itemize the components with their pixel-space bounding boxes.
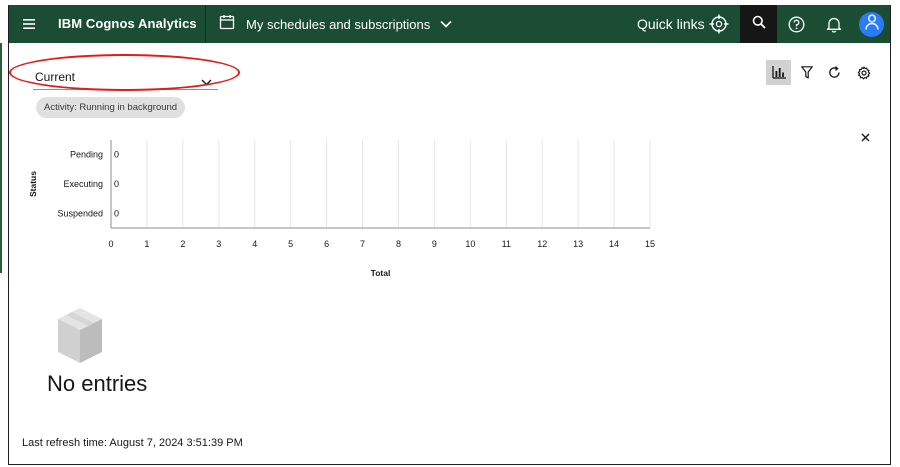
help-icon[interactable] <box>786 14 806 34</box>
x-tick-label-14: 14 <box>609 239 619 249</box>
search-button[interactable] <box>740 5 777 43</box>
category-label-executing: Executing <box>63 179 103 189</box>
data-label-executing: 0 <box>114 179 119 189</box>
context-label: My schedules and subscriptions <box>246 16 431 32</box>
close-chart-icon[interactable] <box>858 130 872 144</box>
x-tick-label-11: 11 <box>502 239 511 249</box>
top-navigation-bar: IBM Cognos Analytics My schedules and su… <box>9 5 890 43</box>
x-tick-label-5: 5 <box>288 239 293 249</box>
quick-links-button[interactable]: Quick links <box>637 16 705 32</box>
x-tick-label-0: 0 <box>108 239 113 249</box>
left-edge-marker <box>0 43 2 273</box>
schedule-filter-dropdown[interactable]: Current <box>33 65 218 90</box>
app-title[interactable]: IBM Cognos Analytics <box>58 16 197 31</box>
user-icon <box>864 14 879 35</box>
chart-axes <box>110 140 650 229</box>
status-bar-chart: Pending 0Executing 0Suspended 00 1 2 3 4 5 6 7 8 9 10… <box>28 140 655 278</box>
search-icon <box>752 15 766 34</box>
x-tick-label-4: 4 <box>252 239 257 249</box>
activity-filter-tag[interactable]: Activity: Running in background <box>36 97 186 118</box>
x-tick-label-13: 13 <box>573 239 583 249</box>
dropdown-selected-value: Current <box>35 70 76 84</box>
x-axis-title: Total <box>371 268 391 278</box>
last-refresh-time: Last refresh time: August 7, 2024 3:51:3… <box>22 437 243 449</box>
empty-box-icon <box>52 305 108 367</box>
user-avatar[interactable] <box>859 12 884 37</box>
x-tick-label-7: 7 <box>360 239 365 249</box>
x-tick-label-12: 12 <box>537 239 547 249</box>
x-tick-label-9: 9 <box>432 239 437 249</box>
bar-chart-icon[interactable] <box>766 60 791 85</box>
gear-icon[interactable] <box>851 60 876 85</box>
chart-gridlines <box>146 140 651 228</box>
notification-bell-icon[interactable] <box>824 14 844 34</box>
data-label-suspended: 0 <box>114 208 119 218</box>
context-switcher[interactable]: My schedules and subscriptions <box>219 11 452 37</box>
empty-state-title: No entries <box>47 371 148 396</box>
hamburger-menu-icon[interactable] <box>17 12 41 36</box>
category-label-suspended: Suspended <box>57 208 103 218</box>
chart-labels: Pending 0Executing 0Suspended 00 1 2 3 4 5 6 7 8 9 10… <box>28 150 655 278</box>
x-tick-label-2: 2 <box>180 239 185 249</box>
x-tick-label-15: 15 <box>645 239 655 249</box>
x-tick-label-10: 10 <box>465 239 475 249</box>
chevron-down-icon <box>201 73 212 91</box>
x-tick-label-6: 6 <box>324 239 329 249</box>
app-frame: IBM Cognos Analytics My schedules and su… <box>8 5 891 465</box>
y-axis-title: Status <box>28 171 38 197</box>
x-tick-label-8: 8 <box>396 239 401 249</box>
chevron-down-icon <box>440 15 452 33</box>
header-divider <box>205 5 206 43</box>
calendar-icon <box>219 14 235 35</box>
x-tick-label-3: 3 <box>216 239 221 249</box>
filter-icon[interactable] <box>794 60 819 85</box>
refresh-icon[interactable] <box>822 60 847 85</box>
crosshair-icon[interactable] <box>709 14 729 34</box>
data-label-pending: 0 <box>114 150 119 160</box>
category-label-pending: Pending <box>70 150 103 160</box>
x-tick-label-1: 1 <box>144 239 149 249</box>
